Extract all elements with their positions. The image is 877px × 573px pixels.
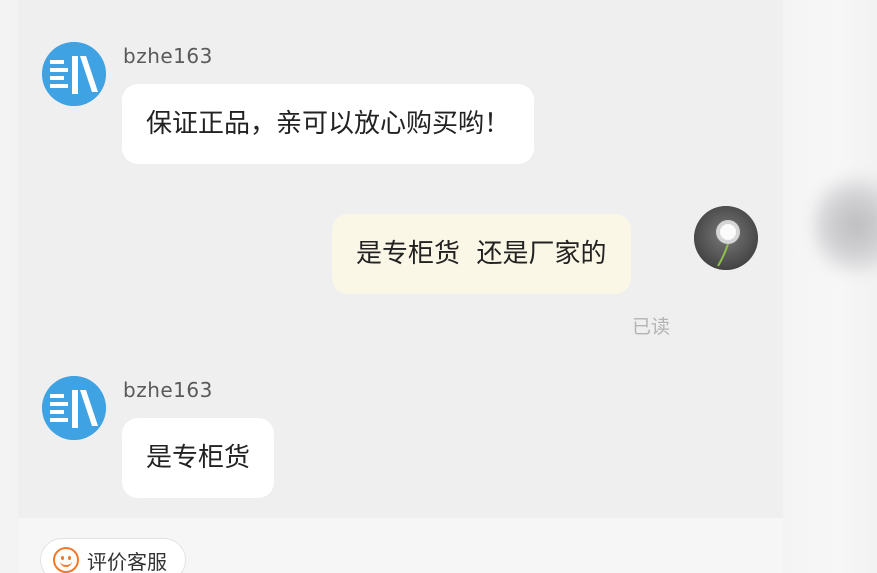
side-panel-edge bbox=[783, 0, 877, 573]
message-bubble[interactable]: 是专柜货 bbox=[122, 418, 275, 498]
smile-icon bbox=[53, 547, 79, 573]
shop-avatar[interactable] bbox=[42, 42, 106, 106]
own-message-bubble[interactable]: 是专柜货 还是厂家的 bbox=[332, 214, 631, 294]
message-bubble[interactable]: 保证正品，亲可以放心购买哟！ bbox=[122, 84, 535, 164]
message-text: 是专柜货 bbox=[146, 443, 251, 473]
rate-service-label: 评价客服 bbox=[87, 549, 167, 573]
rate-service-button[interactable]: 评价客服 bbox=[40, 538, 186, 573]
message-text: 是专柜货 还是厂家的 bbox=[356, 239, 607, 269]
shop-logo-icon bbox=[42, 376, 106, 440]
sender-name: bzhe163 bbox=[123, 378, 213, 402]
shop-logo-icon bbox=[42, 42, 106, 106]
user-avatar[interactable] bbox=[694, 206, 758, 270]
read-status: 已读 bbox=[632, 316, 671, 338]
dandelion-avatar-icon bbox=[694, 206, 758, 270]
message-text: 保证正品，亲可以放心购买哟！ bbox=[146, 109, 511, 139]
sender-name: bzhe163 bbox=[123, 44, 213, 68]
shop-avatar[interactable] bbox=[42, 376, 106, 440]
